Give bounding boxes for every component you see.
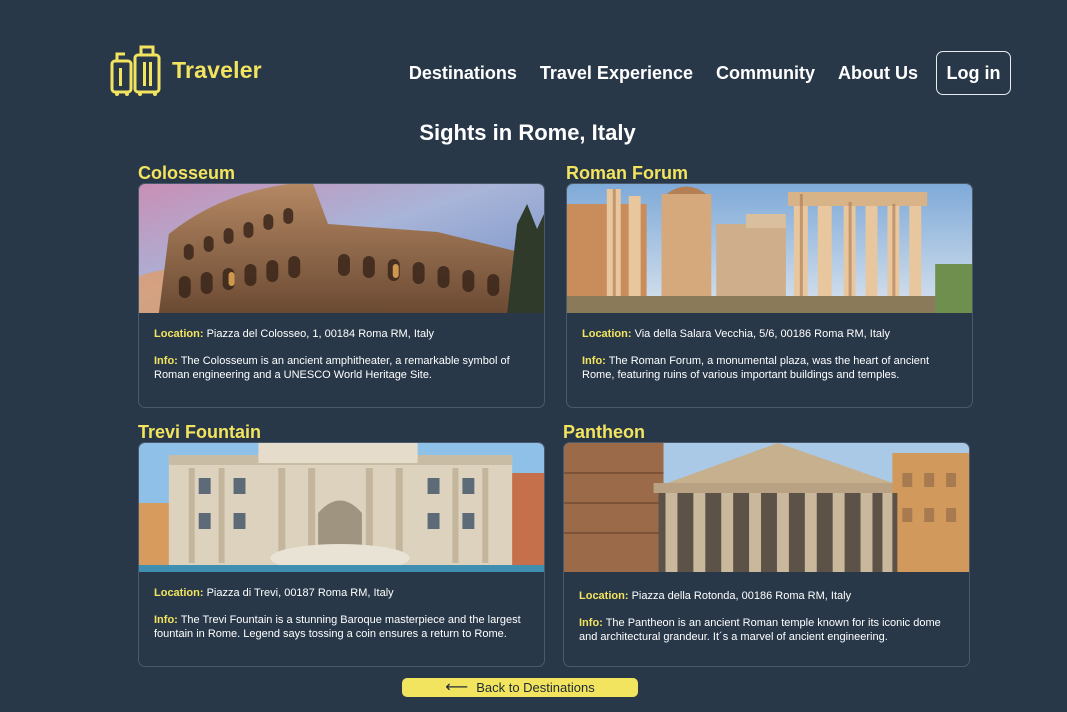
info-label: Info: — [582, 355, 606, 367]
location-label: Location: — [154, 587, 204, 599]
page: Traveler Destinations Travel Experience … — [0, 0, 1067, 712]
info-row: Info: The Pantheon is an ancient Roman t… — [579, 616, 954, 644]
sight-title: Roman Forum — [566, 163, 689, 183]
sight-card-colosseum: Colosseum Location: Piazza del Colosseo,… — [138, 164, 545, 408]
nav-travel-experience[interactable]: Travel Experience — [540, 63, 693, 84]
info-row: Info: The Colosseum is an ancient amphit… — [154, 354, 529, 382]
nav-about-us[interactable]: About Us — [838, 63, 918, 84]
sight-card: Location: Piazza di Trevi, 00187 Roma RM… — [138, 442, 545, 667]
sight-card-roman-forum: Roman Forum Location: Via della Salara V… — [566, 164, 973, 408]
info-value: The Trevi Fountain is a stunning Baroque… — [154, 614, 521, 640]
sight-photo-pantheon — [564, 443, 969, 572]
brand-name: Traveler — [172, 56, 262, 83]
sight-title: Pantheon — [563, 422, 646, 442]
sight-card-trevi-fountain: Trevi Fountain Location: Piazza di Trevi… — [138, 423, 545, 667]
location-label: Location: — [582, 328, 632, 340]
sight-title: Colosseum — [138, 163, 236, 183]
sight-photo-roman-forum — [567, 184, 972, 313]
sight-photo-colosseum — [139, 184, 544, 313]
suitcase-icon — [110, 44, 162, 96]
location-label: Location: — [154, 328, 204, 340]
location-value: Via della Salara Vecchia, 5/6, 00186 Rom… — [634, 328, 890, 340]
location-row: Location: Via della Salara Vecchia, 5/6,… — [582, 327, 957, 341]
sight-card: Location: Piazza del Colosseo, 1, 00184 … — [138, 183, 545, 408]
location-label: Location: — [579, 590, 629, 602]
info-label: Info: — [579, 617, 603, 629]
sight-photo-trevi-fountain — [139, 443, 544, 572]
arrow-left-icon: ⟵ — [445, 678, 469, 696]
sight-card: Location: Via della Salara Vecchia, 5/6,… — [566, 183, 973, 408]
sight-card-pantheon: Pantheon Location: Piazza della Rotonda,… — [563, 423, 970, 667]
nav-destinations[interactable]: Destinations — [409, 63, 517, 84]
login-button[interactable]: Log in — [936, 51, 1011, 95]
location-row: Location: Piazza di Trevi, 00187 Roma RM… — [154, 586, 529, 600]
info-label: Info: — [154, 355, 178, 367]
page-title: Sights in Rome, Italy — [419, 120, 636, 145]
back-to-destinations-button[interactable]: ⟵ Back to Destinations — [402, 678, 638, 697]
sight-title: Trevi Fountain — [138, 422, 262, 442]
location-row: Location: Piazza del Colosseo, 1, 00184 … — [154, 327, 529, 341]
sight-card: Location: Piazza della Rotonda, 00186 Ro… — [563, 442, 970, 667]
info-value: The Pantheon is an ancient Roman temple … — [579, 617, 941, 643]
location-value: Piazza della Rotonda, 00186 Roma RM, Ita… — [631, 590, 852, 602]
info-label: Info: — [154, 614, 178, 626]
location-value: Piazza di Trevi, 00187 Roma RM, Italy — [206, 587, 394, 599]
back-button-label: Back to Destinations — [476, 680, 595, 695]
nav-community[interactable]: Community — [716, 63, 815, 84]
info-value: The Roman Forum, a monumental plaza, was… — [582, 355, 930, 381]
info-row: Info: The Trevi Fountain is a stunning B… — [154, 613, 529, 641]
brand-logo[interactable]: Traveler — [110, 44, 262, 96]
info-row: Info: The Roman Forum, a monumental plaz… — [582, 354, 957, 382]
info-value: The Colosseum is an ancient amphitheater… — [154, 355, 510, 381]
location-row: Location: Piazza della Rotonda, 00186 Ro… — [579, 589, 954, 603]
main-nav: Destinations Travel Experience Community… — [409, 51, 1011, 95]
location-value: Piazza del Colosseo, 1, 00184 Roma RM, I… — [206, 328, 435, 340]
